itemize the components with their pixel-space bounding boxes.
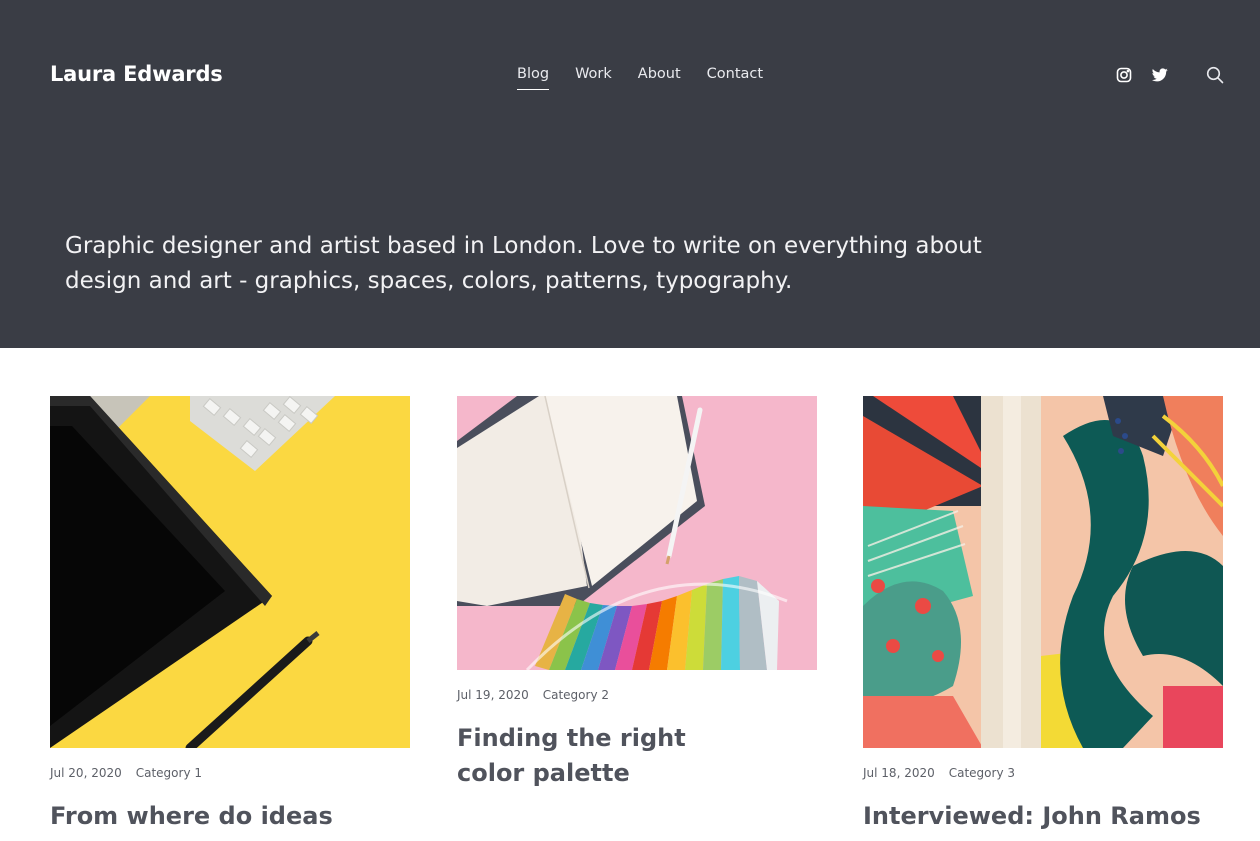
post-title[interactable]: Finding the right color palette bbox=[457, 721, 727, 791]
post-meta: Jul 20, 2020 Category 1 bbox=[50, 766, 202, 780]
instagram-icon[interactable] bbox=[1115, 66, 1133, 84]
post-category[interactable]: Category 2 bbox=[543, 688, 609, 702]
post-category[interactable]: Category 1 bbox=[136, 766, 202, 780]
post-meta: Jul 18, 2020 Category 3 bbox=[863, 766, 1015, 780]
post-meta: Jul 19, 2020 Category 2 bbox=[457, 688, 609, 702]
post-date: Jul 18, 2020 bbox=[863, 766, 935, 780]
post-date: Jul 19, 2020 bbox=[457, 688, 529, 702]
hero-header: Laura Edwards Blog Work About Contact Gr… bbox=[0, 0, 1260, 348]
post-title[interactable]: From where do ideas come? bbox=[50, 799, 410, 841]
post-thumbnail-yellow-desk[interactable] bbox=[50, 396, 410, 748]
post-thumbnail-color-palette[interactable] bbox=[457, 396, 817, 670]
site-brand[interactable]: Laura Edwards bbox=[50, 62, 223, 86]
nav-item-contact[interactable]: Contact bbox=[707, 66, 763, 88]
post-category[interactable]: Category 3 bbox=[949, 766, 1015, 780]
post-thumbnail-abstract-painting[interactable] bbox=[863, 396, 1223, 748]
nav-item-work[interactable]: Work bbox=[575, 66, 612, 88]
search-icon[interactable] bbox=[1206, 66, 1224, 84]
nav-item-blog[interactable]: Blog bbox=[517, 66, 550, 90]
edge-glyph: ) bbox=[0, 674, 1, 688]
nav-item-about[interactable]: About bbox=[638, 66, 681, 88]
twitter-icon[interactable] bbox=[1151, 66, 1169, 84]
post-title[interactable]: Interviewed: John Ramos on bbox=[863, 799, 1223, 841]
hero-intro-text: Graphic designer and artist based in Lon… bbox=[65, 233, 982, 294]
post-date: Jul 20, 2020 bbox=[50, 766, 122, 780]
main-nav: Blog Work About Contact bbox=[517, 66, 763, 90]
